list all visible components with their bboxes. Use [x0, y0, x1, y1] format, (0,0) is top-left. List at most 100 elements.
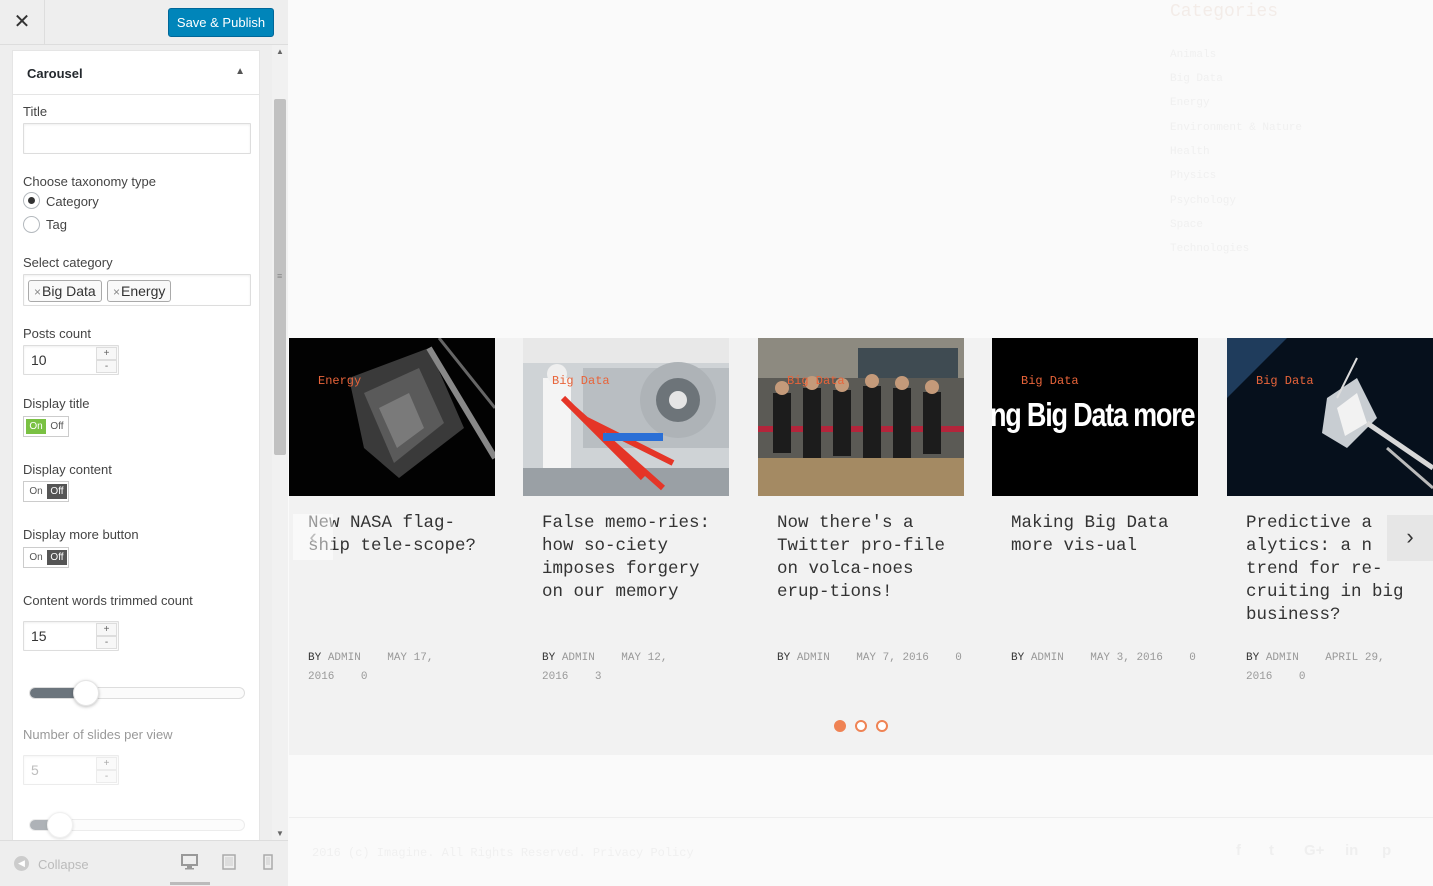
category-badge[interactable]: Energy [318, 374, 361, 388]
pagination-dot[interactable] [855, 720, 867, 732]
slide-title[interactable]: New NASA flag-ship tele-scope? [308, 512, 483, 558]
category-link[interactable]: Health [1170, 146, 1210, 158]
pinterest-icon[interactable]: p [1382, 842, 1391, 859]
google-plus-icon[interactable]: G+ [1304, 842, 1324, 859]
carousel-next-button[interactable]: › [1387, 515, 1433, 561]
increment-button[interactable]: + [96, 347, 117, 360]
category-select[interactable]: ×Big Data ×Energy [23, 274, 251, 306]
decrement-button[interactable]: - [96, 360, 117, 373]
slide-title[interactable]: Now there's a Twitter pro-file on volca-… [777, 512, 952, 604]
carousel-slide[interactable]: Big Data False memo-ries: how so-ciety i… [523, 338, 729, 683]
slide-image[interactable]: Big Data [758, 338, 964, 496]
increment-button[interactable]: + [96, 623, 117, 636]
posts-count-stepper[interactable]: + - [96, 347, 117, 373]
decrement-button[interactable]: - [96, 636, 117, 649]
comment-count[interactable]: 0 [361, 671, 368, 683]
by-label: BY [777, 652, 791, 664]
comment-count[interactable]: 0 [955, 652, 962, 664]
slides-per-view-label: Number of slides per view [23, 727, 173, 742]
category-badge[interactable]: Big Data [552, 374, 610, 388]
author-link[interactable]: ADMIN [562, 652, 595, 664]
posts-count-label: Posts count [23, 326, 91, 341]
slider-handle[interactable] [73, 680, 99, 706]
author-link[interactable]: ADMIN [1266, 652, 1299, 664]
comment-count[interactable]: 3 [595, 671, 602, 683]
category-link[interactable]: Animals [1170, 49, 1216, 61]
collapse-icon[interactable]: ◀ [14, 856, 29, 871]
slide-image[interactable]: Big Data [523, 338, 729, 496]
slides-per-view-value: 5 [31, 762, 39, 778]
sidebar-scrollbar[interactable]: ▲ ≡ ▼ [272, 45, 288, 840]
slide-image[interactable]: ng Big Data more v Big Data [992, 338, 1198, 496]
scroll-down-icon[interactable]: ▼ [276, 829, 284, 838]
slides-per-view-field[interactable]: 5 + - [23, 755, 119, 785]
category-link[interactable]: Technologies [1170, 243, 1249, 255]
linkedin-icon[interactable]: in [1345, 842, 1358, 859]
slides-per-view-stepper[interactable]: + - [96, 757, 117, 783]
slide-image[interactable]: Big Data [1227, 338, 1433, 496]
words-count-field[interactable]: 15 + - [23, 621, 119, 651]
carousel-prev-button[interactable]: ‹ [293, 514, 333, 560]
display-more-label: Display more button [23, 527, 139, 542]
category-link[interactable]: Environment & Nature [1170, 122, 1302, 134]
author-link[interactable]: ADMIN [328, 652, 361, 664]
slider-handle[interactable] [47, 812, 73, 838]
category-tag[interactable]: ×Energy [107, 280, 172, 302]
category-badge[interactable]: Big Data [787, 374, 845, 388]
caret-up-icon[interactable]: ▲ [235, 66, 245, 77]
mobile-icon[interactable] [263, 854, 273, 874]
title-input[interactable] [23, 123, 251, 154]
facebook-icon[interactable]: f [1236, 842, 1241, 859]
author-link[interactable]: ADMIN [1031, 652, 1064, 664]
category-link[interactable]: Energy [1170, 97, 1210, 109]
remove-tag-icon[interactable]: × [34, 285, 41, 299]
customizer-sidebar: ✕ Save & Publish Carousel ▲ Title Choose… [0, 0, 288, 886]
active-device-indicator [170, 882, 210, 885]
display-content-label: Display content [23, 462, 112, 477]
tablet-icon[interactable] [222, 854, 236, 874]
increment-button[interactable]: + [96, 757, 117, 770]
words-count-stepper[interactable]: + - [96, 623, 117, 649]
display-content-toggle[interactable]: On Off [23, 481, 69, 502]
comment-count[interactable]: 0 [1189, 652, 1196, 664]
widget-header[interactable]: Carousel ▲ [12, 50, 260, 95]
toggle-off-label: Off [50, 421, 64, 432]
category-link[interactable]: Psychology [1170, 195, 1236, 207]
slide-image[interactable]: Energy [289, 338, 495, 496]
posts-count-field[interactable]: 10 + - [23, 345, 119, 375]
slide-title[interactable]: Making Big Data more vis-ual [1011, 512, 1186, 558]
footer-divider [289, 817, 1433, 818]
author-link[interactable]: ADMIN [797, 652, 830, 664]
category-badge[interactable]: Big Data [1021, 374, 1079, 388]
radio-category[interactable] [23, 192, 40, 209]
decrement-button[interactable]: - [96, 770, 117, 783]
comment-count[interactable]: 0 [1299, 671, 1306, 683]
save-publish-button[interactable]: Save & Publish [168, 8, 274, 37]
category-badge[interactable]: Big Data [1256, 374, 1314, 388]
close-icon[interactable]: ✕ [0, 0, 45, 45]
taxonomy-label: Choose taxonomy type [23, 174, 156, 189]
slide-title[interactable]: False memo-ries: how so-ciety imposes fo… [542, 512, 717, 604]
toggle-on-label: On [26, 419, 46, 434]
display-title-toggle[interactable]: On Off [23, 416, 69, 437]
remove-tag-icon[interactable]: × [113, 285, 120, 299]
scroll-up-icon[interactable]: ▲ [276, 47, 284, 56]
category-link[interactable]: Space [1170, 219, 1203, 231]
category-link[interactable]: Big Data [1170, 73, 1223, 85]
category-link[interactable]: Physics [1170, 170, 1216, 182]
desktop-icon[interactable] [181, 854, 198, 874]
pagination-dot[interactable] [834, 720, 846, 732]
carousel-slide[interactable]: Big Data Predictive a alytics: a n trend… [1227, 338, 1433, 683]
collapse-button[interactable]: Collapse [38, 857, 89, 872]
carousel-slide[interactable]: Big Data Now there's a Twitter pro-file … [758, 338, 964, 664]
pagination-dot[interactable] [876, 720, 888, 732]
twitter-icon[interactable]: t [1269, 842, 1274, 859]
radio-tag[interactable] [23, 216, 40, 233]
category-tag[interactable]: ×Big Data [28, 280, 102, 302]
slides-per-view-slider[interactable] [29, 812, 245, 838]
toggle-off-label: Off [47, 550, 67, 565]
customizer-footer: ◀ Collapse [0, 840, 288, 886]
words-count-slider[interactable] [29, 680, 245, 706]
display-more-toggle[interactable]: On Off [23, 547, 69, 568]
carousel-slide[interactable]: ng Big Data more v Big Data Making Big D… [992, 338, 1198, 664]
